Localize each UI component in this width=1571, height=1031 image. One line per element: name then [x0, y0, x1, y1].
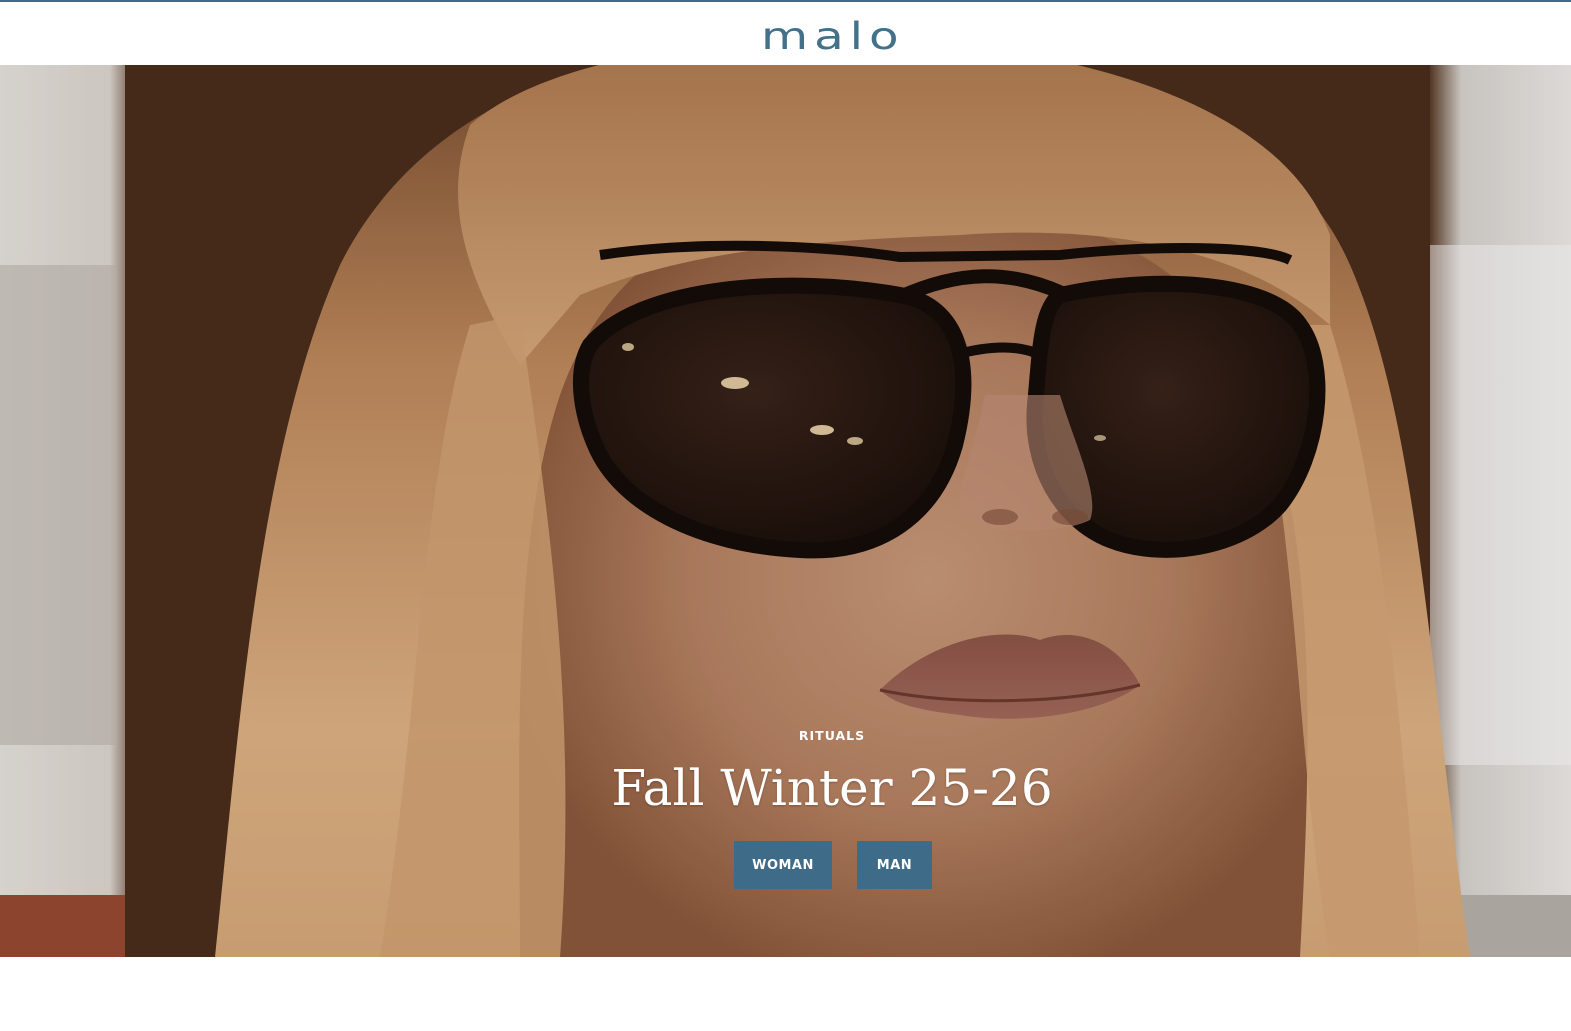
hero-title: Fall Winter 25-26	[611, 759, 1053, 817]
hero-banner: RITUALS Fall Winter 25-26 WOMAN MAN	[0, 65, 1571, 957]
brand-logo[interactable]: malo	[761, 17, 904, 56]
site-header: malo	[0, 2, 1571, 65]
man-button[interactable]: MAN	[857, 841, 932, 889]
below-fold-area	[0, 957, 1571, 1031]
hero-eyebrow: RITUALS	[798, 728, 866, 743]
hero-cta-row: WOMAN MAN	[0, 841, 1571, 889]
woman-button[interactable]: WOMAN	[734, 841, 832, 889]
hero-content: RITUALS Fall Winter 25-26 WOMAN MAN	[0, 65, 1571, 957]
